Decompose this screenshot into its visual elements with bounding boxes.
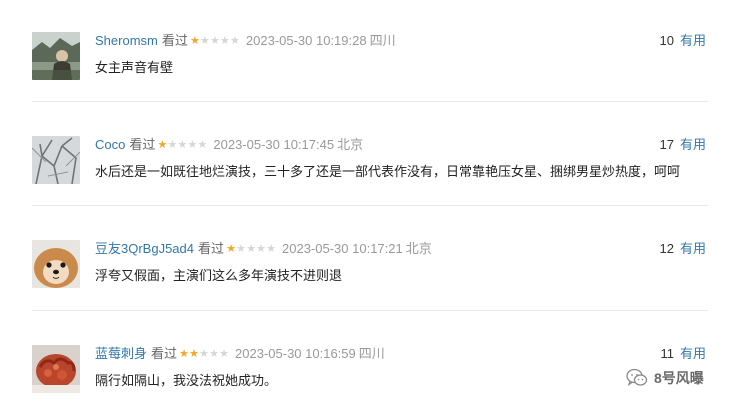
star-empty-icon: ★ <box>229 35 240 47</box>
comment-time: 2023-05-30 10:19:28 <box>245 33 367 48</box>
comment-location: 北京 <box>405 241 432 256</box>
star-empty-icon: ★ <box>197 139 208 151</box>
username-link[interactable]: 蓝莓刺身 <box>95 346 147 361</box>
comment-time: 2023-05-30 10:17:45 <box>213 137 335 152</box>
vote-area: 11 有用 <box>660 345 706 363</box>
useful-button[interactable]: 有用 <box>680 241 706 256</box>
useful-button[interactable]: 有用 <box>680 137 706 152</box>
star-rating: ★★★★★ <box>179 345 229 363</box>
star-filled-icon: ★ <box>226 243 236 255</box>
vote-area: 12 有用 <box>660 240 706 258</box>
vote-count: 17 <box>659 137 674 152</box>
avatar[interactable] <box>32 345 80 393</box>
star-empty-icon: ★ <box>199 348 209 360</box>
username-link[interactable]: Coco <box>95 137 125 152</box>
review-meta: 蓝莓刺身 看过 ★★★★★ 2023-05-30 10:16:59 四川 <box>95 345 385 363</box>
divider <box>32 205 708 206</box>
comment-location: 北京 <box>337 137 364 152</box>
comment-time: 2023-05-30 10:17:21 <box>282 241 403 256</box>
watch-status: 看过 <box>161 33 188 48</box>
star-filled-icon: ★ <box>189 348 199 360</box>
star-empty-icon: ★ <box>246 243 256 255</box>
star-rating: ★★★★★ <box>226 240 276 258</box>
comment-text: 水后还是一如既往地烂演技，三十多了还是一部代表作没有，日常靠艳压女星、捆绑男星炒… <box>95 164 681 179</box>
avatar[interactable] <box>32 32 80 80</box>
username-link[interactable]: 豆友3QrBgJ5ad4 <box>95 241 194 256</box>
star-filled-icon: ★ <box>179 348 189 360</box>
star-empty-icon: ★ <box>209 348 219 360</box>
review-meta: Sheromsm 看过 ★★★★★ 2023-05-30 10:19:28 四川 <box>95 32 396 50</box>
star-empty-icon: ★ <box>266 243 276 255</box>
vote-count: 12 <box>659 241 674 256</box>
watermark: 8号风曝 <box>626 368 704 388</box>
star-empty-icon: ★ <box>236 243 246 255</box>
watch-status: 看过 <box>198 241 225 256</box>
review-meta: Coco 看过 ★★★★★ 2023-05-30 10:17:45 北京 <box>95 136 363 154</box>
vote-count: 11 <box>660 346 674 361</box>
vote-area: 10 有用 <box>660 32 706 50</box>
star-empty-icon: ★ <box>199 35 210 47</box>
comment-text: 隔行如隔山，我没法祝她成功。 <box>95 373 278 388</box>
watch-status: 看过 <box>129 137 156 152</box>
star-empty-icon: ★ <box>177 139 188 151</box>
divider <box>32 310 708 311</box>
review-meta: 豆友3QrBgJ5ad4 看过 ★★★★★ 2023-05-30 10:17:21 北京 <box>95 240 432 258</box>
wechat-icon <box>626 368 648 387</box>
star-filled-icon: ★ <box>189 35 200 47</box>
star-empty-icon: ★ <box>256 243 266 255</box>
vote-count: 10 <box>659 33 674 48</box>
comment-text: 浮夸又假面，主演们这么多年演技不进则退 <box>95 268 343 283</box>
star-empty-icon: ★ <box>219 35 230 47</box>
star-rating: ★★★★★ <box>190 32 240 50</box>
useful-button[interactable]: 有用 <box>680 346 706 361</box>
comment-location: 四川 <box>358 346 385 361</box>
star-empty-icon: ★ <box>219 348 229 360</box>
star-empty-icon: ★ <box>187 139 198 151</box>
avatar[interactable] <box>32 136 80 184</box>
username-link[interactable]: Sheromsm <box>95 33 158 48</box>
comment-time: 2023-05-30 10:16:59 <box>235 346 356 361</box>
comment-text: 女主声音有壁 <box>95 60 174 75</box>
divider <box>32 101 708 102</box>
watch-status: 看过 <box>151 346 178 361</box>
avatar[interactable] <box>32 240 80 288</box>
vote-area: 17 有用 <box>660 136 706 154</box>
comment-location: 四川 <box>369 33 396 48</box>
star-empty-icon: ★ <box>167 139 178 151</box>
star-empty-icon: ★ <box>209 35 220 47</box>
watermark-text: 8号风曝 <box>654 370 704 386</box>
star-rating: ★★★★★ <box>157 136 207 154</box>
star-filled-icon: ★ <box>157 139 168 151</box>
useful-button[interactable]: 有用 <box>680 33 706 48</box>
